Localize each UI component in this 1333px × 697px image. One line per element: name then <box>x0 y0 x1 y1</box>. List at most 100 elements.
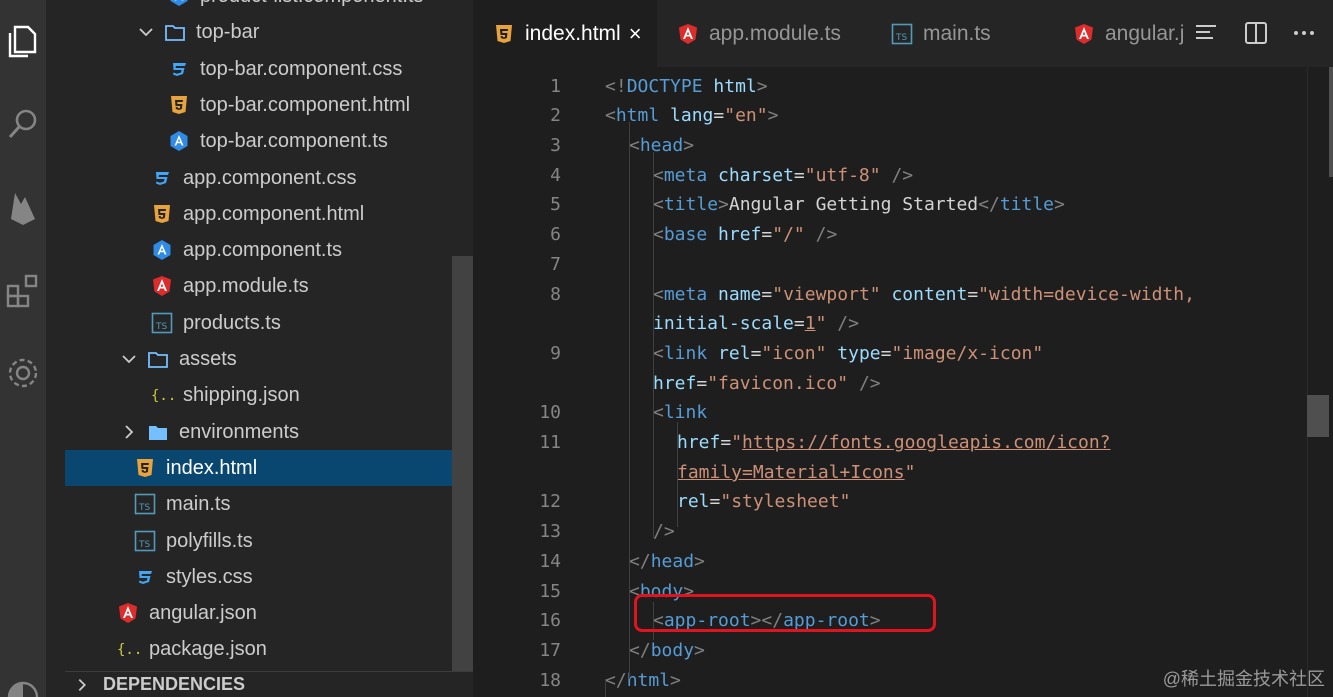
editor-scrollbar-thumb[interactable] <box>1307 395 1329 437</box>
svg-text:TS: TS <box>155 322 167 332</box>
tree-file-angular-json[interactable]: angular.json <box>65 595 452 631</box>
tab-main-ts[interactable]: TS main.ts <box>873 0 1055 67</box>
chevron-down-icon[interactable] <box>119 349 139 369</box>
code-line[interactable]: </html> <box>605 666 681 696</box>
tree-file-polyfills-ts[interactable]: TS polyfills.ts <box>65 523 452 559</box>
line-number: 10 <box>539 402 561 423</box>
more-actions-icon[interactable] <box>1289 18 1319 48</box>
css-icon <box>134 566 156 588</box>
sidebar-gutter <box>46 0 65 697</box>
chevron-down-icon[interactable] <box>136 22 156 42</box>
angular-icon <box>1073 23 1095 45</box>
tree-file-shipping-json[interactable]: {..} shipping.json <box>65 377 452 413</box>
tree-item-label: environments <box>179 420 300 443</box>
chevron-right-icon[interactable] <box>119 422 139 442</box>
tree-item-label: app.component.html <box>183 202 365 225</box>
tree-item-label: top-bar.component.ts <box>200 129 388 152</box>
tree-item-label: top-bar <box>196 20 260 43</box>
tree-file-top-bar-component-css[interactable]: top-bar.component.css <box>65 51 452 87</box>
tree-item-label: assets <box>179 347 237 370</box>
tree-item-label: app.module.ts <box>183 274 309 297</box>
code-line[interactable]: </body> <box>629 636 705 666</box>
overview-ruler-marker <box>1329 67 1333 177</box>
line-number: 18 <box>539 670 561 691</box>
code-line[interactable]: <base href="/" /> <box>653 220 837 250</box>
dependencies-section-header[interactable]: DEPENDENCIES <box>65 671 473 697</box>
tab-index-html[interactable]: index.html × <box>473 0 657 67</box>
code-line[interactable]: href="https://fonts.googleapis.com/icon? <box>677 428 1111 458</box>
tree-file-app-component-html[interactable]: app.component.html <box>65 196 452 232</box>
tree-file-product-list-component-ts[interactable]: product-list.component.ts <box>65 0 452 14</box>
line-number: 3 <box>550 135 561 156</box>
outline-toggle-icon[interactable] <box>1191 18 1221 48</box>
tree-file-app-component-css[interactable]: app.component.css <box>65 160 452 196</box>
firebase-icon[interactable] <box>0 184 46 230</box>
split-editor-icon[interactable] <box>1241 18 1271 48</box>
code-line[interactable]: </head> <box>629 547 705 577</box>
tree-item-label: app.component.ts <box>183 238 342 261</box>
code-line[interactable]: <meta name="viewport" content="width=dev… <box>653 280 1195 310</box>
json-icon: {..} <box>151 384 173 406</box>
folder-icon <box>147 421 169 443</box>
tree-item-label: polyfills.ts <box>166 529 253 552</box>
typescript-icon: TS <box>891 23 913 45</box>
tree-folder-environments[interactable]: environments <box>65 414 452 450</box>
tree-file-top-bar-component-html[interactable]: top-bar.component.html <box>65 87 452 123</box>
extensions-icon[interactable] <box>0 268 46 314</box>
tree-file-products-ts[interactable]: TS products.ts <box>65 305 452 341</box>
tree-item-label: package.json <box>149 637 267 660</box>
tree-file-main-ts[interactable]: TS main.ts <box>65 486 452 522</box>
tree-folder-assets[interactable]: assets <box>65 341 452 377</box>
line-number: 6 <box>550 224 561 245</box>
tree-item-label: products.ts <box>183 311 281 334</box>
tree-item-label: shipping.json <box>183 383 300 406</box>
svg-text:{..}: {..} <box>151 388 173 404</box>
account-icon[interactable] <box>0 672 46 697</box>
tree-file-styles-css[interactable]: styles.css <box>65 559 452 595</box>
line-number: 15 <box>539 581 561 602</box>
code-line[interactable]: <html lang="en"> <box>605 101 778 131</box>
tab-close-icon[interactable]: × <box>629 21 642 47</box>
css-icon <box>168 58 190 80</box>
code-line[interactable]: <link <box>653 398 707 428</box>
line-number: 4 <box>550 165 561 186</box>
code-line[interactable]: <title>Angular Getting Started</title> <box>653 190 1065 220</box>
angular-icon <box>117 602 139 624</box>
typescript-icon: TS <box>151 312 173 334</box>
explorer-icon[interactable] <box>0 18 46 64</box>
line-number: 8 <box>550 284 561 305</box>
code-line[interactable]: /> <box>653 517 675 547</box>
code-line[interactable]: href="favicon.ico" /> <box>653 369 881 399</box>
folder-icon <box>147 348 169 370</box>
line-number: 17 <box>539 640 561 661</box>
html-icon <box>493 23 515 45</box>
tree-file-app-component-ts[interactable]: app.component.ts <box>65 232 452 268</box>
tree-file-index-html[interactable]: index.html <box>65 450 452 486</box>
tree-file-top-bar-component-ts[interactable]: top-bar.component.ts <box>65 123 452 159</box>
tree-folder-top-bar[interactable]: top-bar <box>65 14 452 50</box>
code-line[interactable]: initial-scale=1" /> <box>653 309 859 339</box>
tree-file-app-module-ts[interactable]: app.module.ts <box>65 268 452 304</box>
angular-ts-icon <box>168 0 190 7</box>
typescript-icon: TS <box>134 530 156 552</box>
code-line[interactable]: <meta charset="utf-8" /> <box>653 161 913 191</box>
angular-ts-icon <box>151 239 173 261</box>
tab-label: main.ts <box>923 21 991 45</box>
tree-file-package-json[interactable]: {..} package.json <box>65 631 452 667</box>
code-line[interactable]: <!DOCTYPE html> <box>605 72 768 102</box>
code-line[interactable]: rel="stylesheet" <box>677 487 850 517</box>
search-icon[interactable] <box>0 101 46 147</box>
tab-angular-json[interactable]: angular.j <box>1057 0 1183 67</box>
settings-gear-icon[interactable] <box>0 350 46 396</box>
code-line[interactable]: family=Material+Icons" <box>677 458 915 488</box>
json-icon: {..} <box>117 638 139 660</box>
code-line[interactable]: <head> <box>629 131 694 161</box>
chevron-right-icon <box>73 676 95 694</box>
line-number: 14 <box>539 551 561 572</box>
tree-item-label: top-bar.component.css <box>200 57 403 80</box>
annotation-highlight-box <box>634 594 936 632</box>
tab-app-module-ts[interactable]: app.module.ts <box>659 0 871 67</box>
sidebar-scrollbar-thumb[interactable] <box>452 256 473 697</box>
indent-guide <box>677 422 678 527</box>
code-line[interactable]: <link rel="icon" type="image/x-icon" <box>653 339 1043 369</box>
